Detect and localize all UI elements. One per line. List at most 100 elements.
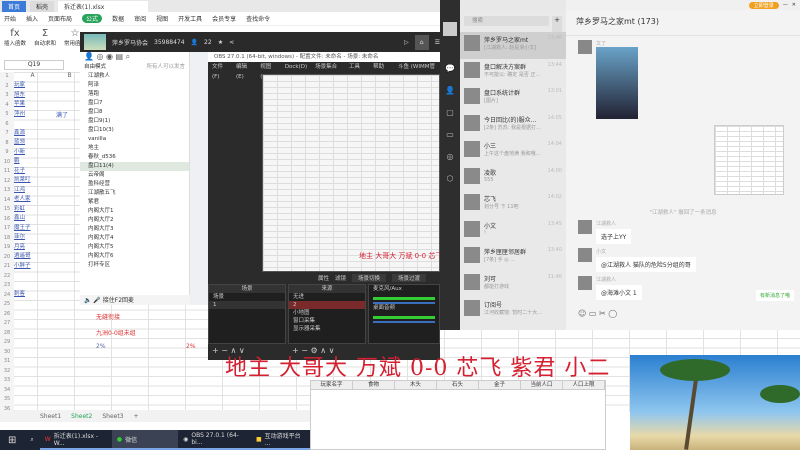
filters-button[interactable]: 滤镜 <box>335 274 346 282</box>
new-message-toast[interactable]: 有新消息了哦 <box>756 290 795 301</box>
cell-a[interactable] <box>14 281 31 291</box>
cell-a[interactable]: 蓝领 <box>14 138 31 148</box>
scene-transition-button[interactable]: 场景切换 <box>352 274 387 282</box>
scene-item[interactable]: 1 <box>209 301 285 309</box>
cell-a[interactable]: 老人家 <box>14 195 31 205</box>
tab-home[interactable]: 首页 <box>2 0 27 12</box>
cell-a[interactable]: 凯莱叮 <box>14 176 31 186</box>
source-item[interactable]: 窗口采集 <box>289 317 365 325</box>
scene-transition2-button[interactable]: 场景过渡 <box>392 274 427 282</box>
cell-a[interactable]: 鑫源 <box>14 129 31 139</box>
obs-menu-item[interactable]: 工具(T) <box>349 62 365 80</box>
channel-tree-item[interactable]: 盘口7 <box>80 99 189 108</box>
obs-preview[interactable]: 地主 大哥大 万斌 0-0 芯飞 紫君 小二 <box>262 74 475 272</box>
chat-list-item[interactable]: 刘可 都能打游戏 11:46 <box>460 271 566 298</box>
cell-a[interactable]: 小新 <box>14 148 31 158</box>
sheet-tab-2[interactable]: Sheet2 <box>71 413 92 420</box>
sheet-tab-1[interactable]: Sheet1 <box>40 413 61 420</box>
channel-tree-item[interactable]: 江湖散五飞 <box>80 189 189 198</box>
photo[interactable] <box>596 47 638 119</box>
yy-toolbar-icons[interactable]: 👤 ◎ ◉ ▤ ⌕ <box>80 52 189 62</box>
menu-item[interactable]: 页面布局 <box>48 14 72 23</box>
col-header-a[interactable]: A <box>14 72 51 79</box>
mode-select[interactable]: 自由模式 <box>84 62 106 72</box>
cell-a[interactable]: 花子 <box>14 167 31 177</box>
tab-docer[interactable]: 稻壳 <box>30 0 55 12</box>
chat-list-item[interactable]: 盘口解决方案群 不可能以: 确定 是否 正... 13:44 <box>460 59 566 86</box>
add-icon[interactable]: + <box>552 16 562 32</box>
channel-tree-item[interactable]: 内阁大厅4 <box>80 234 189 243</box>
autosum-button[interactable]: Σ 自动求和 <box>34 28 56 50</box>
obs-menu-item[interactable]: 帮助(H) <box>373 62 390 80</box>
menu-item[interactable]: 开发工具 <box>178 14 202 23</box>
name-box[interactable]: Q19 <box>4 60 64 70</box>
channel-tree-item[interactable]: 内阁大厅3 <box>80 225 189 234</box>
channel-tree-item[interactable]: 紫君 <box>80 198 189 207</box>
taskbar-wps[interactable]: W 拆迁表(1).xlsx - W... <box>39 430 112 450</box>
menu-item[interactable]: 会员专享 <box>212 14 236 23</box>
channel-tree-item[interactable]: 盘口9(1) <box>80 117 189 126</box>
channel-tree-item[interactable]: 盘口11(4) <box>80 162 189 171</box>
home-icon[interactable]: ⌂ <box>414 34 429 50</box>
search-input[interactable]: 搜索 <box>464 16 549 26</box>
cell-a[interactable] <box>14 119 31 129</box>
start-icon[interactable]: ⊞ <box>0 435 24 446</box>
menu-item[interactable]: 公式 <box>82 14 103 23</box>
share-icon[interactable]: ⋖ <box>229 39 234 46</box>
cell-a[interactable]: 魔王子 <box>14 224 31 234</box>
channel-tree-item[interactable]: 落跑 <box>80 90 189 99</box>
cell-a[interactable]: 苹果 <box>14 100 31 110</box>
menu-item[interactable]: 审阅 <box>134 14 146 23</box>
input-toolbar[interactable]: ☺ ▭ ✂ ◯ <box>578 309 617 318</box>
taskbar-obs[interactable]: ◉ OBS 27.0.1 (64-bi... <box>178 430 251 450</box>
channel-tree-item[interactable]: 盈科经营 <box>80 180 189 189</box>
cell-a[interactable]: 旭东 <box>14 91 31 101</box>
channel-tree-item[interactable]: vanilla <box>80 135 189 144</box>
channel-tree-item[interactable]: 春秋_d536 <box>80 153 189 162</box>
wechat-avatar[interactable] <box>443 22 457 36</box>
cell-a[interactable]: 小胖子 <box>14 262 31 272</box>
cell-a[interactable]: 彩虹 <box>14 205 31 215</box>
chat-list-item[interactable]: 小文! 13:45 <box>460 218 566 245</box>
add-sheet-icon[interactable]: + <box>134 413 139 420</box>
cell-a[interactable]: 玩家 <box>14 81 31 91</box>
chat-list-item[interactable]: 小三 上午这个盘地满 我和哦... 14:04 <box>460 138 566 165</box>
chat-list-item[interactable]: 今日回比(的)服众... [2条] 苏苏: 我是根据打... 14:05 <box>460 112 566 139</box>
search-icon[interactable]: ⌕ <box>24 436 39 444</box>
chat-list-item[interactable]: 盘口系统计群 [图片] 13:01 <box>460 85 566 112</box>
star-icon[interactable]: ★ <box>218 39 223 46</box>
channel-tree-item[interactable]: 江湖救人 <box>80 72 189 81</box>
cell-b5[interactable]: 满了 <box>56 110 68 119</box>
taskbar-wechat[interactable]: ● 微信 <box>111 430 179 450</box>
channel-tree-item[interactable]: 打杯专区 <box>80 261 189 270</box>
scene-item[interactable]: 场景 <box>209 293 285 301</box>
channel-tree-item[interactable]: 内阁大厅5 <box>80 243 189 252</box>
chat-list-item[interactable]: 萍乡匣匣邻居群 [7条] 手 ◎ ... 13:40 <box>460 244 566 271</box>
obs-menu-item[interactable]: 编辑(E) <box>236 62 252 80</box>
obs-menu-item[interactable]: 视图(V) <box>260 62 277 80</box>
channel-tree-item[interactable]: 内阁大厅1 <box>80 207 189 216</box>
minimize-icon[interactable]: — <box>783 2 788 8</box>
menu-item[interactable]: 视图 <box>156 14 168 23</box>
cell-a[interactable]: 江鸿 <box>14 186 31 196</box>
obs-menu-item[interactable]: Dock(D) <box>285 62 307 72</box>
menu-item[interactable]: 数据 <box>112 14 124 23</box>
mic-meter[interactable] <box>373 297 435 300</box>
channel-tree-item[interactable]: 盘口8 <box>80 108 189 117</box>
video-icon[interactable]: ▷ <box>404 39 409 46</box>
obs-menu-item[interactable]: 斗鱼 (WIMM管SDI) <box>398 62 440 80</box>
cell-a[interactable] <box>14 271 31 281</box>
channel-tree-item[interactable]: 内阁大厅2 <box>80 216 189 225</box>
cell-a[interactable]: 刺客 <box>14 290 31 300</box>
chat-list-item[interactable]: 萍乡罗马之家mt [江湖救人: 赵是滑小文] 13:46 <box>460 32 566 59</box>
cell-a[interactable]: 逍遥哥 <box>14 252 31 262</box>
menu-item[interactable]: 查找命令 <box>246 14 270 23</box>
spreadsheet-image[interactable] <box>714 125 784 195</box>
desktop-meter[interactable] <box>373 316 435 319</box>
obs-menu-item[interactable]: 场景集合(S) <box>315 62 341 80</box>
menu-item[interactable]: 开始 <box>4 14 16 23</box>
taskbar-game[interactable]: ■ 互动游戏平台 ... <box>250 430 310 450</box>
cell-a[interactable]: 鑫山 <box>14 214 31 224</box>
mic-hint[interactable]: 接住F2回麦 <box>103 297 134 304</box>
cell-a[interactable]: 萍州 <box>14 110 31 120</box>
